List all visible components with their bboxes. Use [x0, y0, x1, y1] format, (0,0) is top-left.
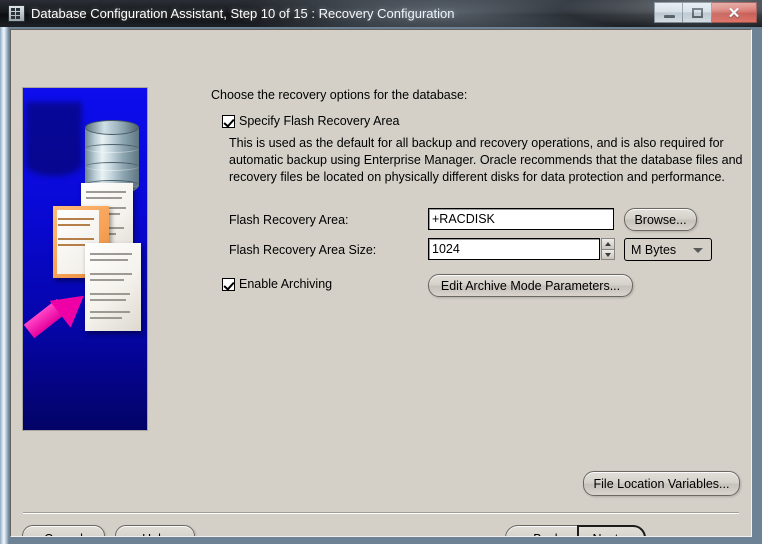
browse-button[interactable]: Browse... — [624, 208, 697, 231]
flash-recovery-area-input[interactable]: +RACDISK — [428, 208, 614, 230]
stepper-down-button[interactable] — [601, 248, 615, 260]
close-icon: ✕ — [727, 5, 741, 22]
maximize-button[interactable] — [683, 2, 712, 23]
cancel-button[interactable]: Cancel — [22, 525, 105, 536]
checkbox-box — [222, 114, 235, 128]
dialog-client-area: Choose the recovery options for the data… — [10, 29, 752, 537]
application-window: Database Configuration Assistant, Step 1… — [0, 0, 762, 544]
description-text: This is used as the default for all back… — [229, 136, 743, 184]
enable-archiving-checkbox[interactable]: Enable Archiving — [222, 277, 332, 291]
flash-recovery-area-size-stepper[interactable] — [601, 238, 615, 260]
back-rest: ack — [542, 532, 561, 536]
oracle-banner-image — [22, 87, 148, 431]
checkbox-box — [222, 277, 235, 291]
back-mnemonic: B — [533, 532, 541, 536]
navigation-button-group: « Back Next » — [505, 525, 646, 537]
minimize-icon — [664, 15, 675, 18]
chevron-right-icon: » — [623, 533, 630, 537]
flash-recovery-area-size-input[interactable]: 1024 — [428, 238, 600, 260]
size-units-value: M Bytes — [631, 242, 677, 257]
next-rest: ext — [602, 532, 619, 536]
window-controls: ✕ — [654, 2, 757, 23]
enable-archiving-label: Enable Archiving — [239, 277, 333, 291]
chevron-down-icon — [605, 252, 611, 257]
chevron-up-icon — [605, 242, 611, 246]
help-button[interactable]: Help — [115, 525, 195, 536]
maximize-icon — [692, 8, 703, 18]
next-button-label: Next — [593, 532, 619, 536]
specify-flash-recovery-area-checkbox[interactable]: Specify Flash Recovery Area — [222, 114, 400, 128]
next-mnemonic: N — [593, 532, 602, 536]
window-title: Database Configuration Assistant, Step 1… — [31, 6, 455, 21]
magenta-arrow-icon — [23, 282, 99, 352]
footer-separator — [23, 512, 739, 514]
database-shadow — [26, 102, 82, 176]
chevron-down-icon — [693, 248, 703, 253]
size-units-select[interactable]: M Bytes — [624, 238, 712, 261]
edit-archive-mode-parameters-button[interactable]: Edit Archive Mode Parameters... — [428, 274, 633, 297]
flash-recovery-area-size-label: Flash Recovery Area Size: — [229, 243, 377, 257]
chevron-left-icon: « — [521, 533, 528, 537]
stepper-up-button[interactable] — [601, 238, 615, 249]
database-grid-icon — [8, 5, 25, 22]
page-instruction: Choose the recovery options for the data… — [211, 88, 468, 102]
back-button-label: Back — [533, 532, 561, 536]
specify-flash-recovery-area-label: Specify Flash Recovery Area — [239, 114, 400, 128]
minimize-button[interactable] — [654, 2, 683, 23]
flash-recovery-area-label: Flash Recovery Area: — [229, 213, 349, 227]
next-button[interactable]: Next » — [577, 525, 646, 537]
close-button[interactable]: ✕ — [712, 2, 757, 23]
title-bar: Database Configuration Assistant, Step 1… — [0, 0, 762, 27]
back-button[interactable]: « Back — [505, 525, 577, 537]
file-location-variables-button[interactable]: File Location Variables... — [583, 471, 740, 496]
